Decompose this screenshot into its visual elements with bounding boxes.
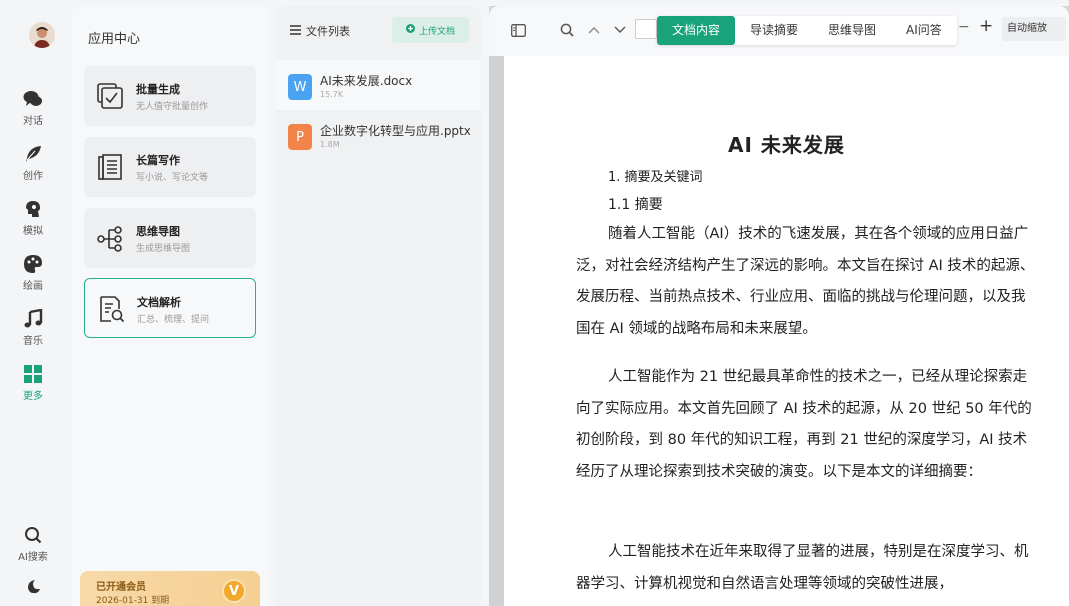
file-name: AI未来发展.docx [320,74,413,88]
rail-item-simulate[interactable]: 模拟 [0,198,66,237]
document-heading-2: 1.1 摘要 [608,197,663,213]
tab-ai-qa[interactable]: AI问答 [891,16,957,45]
file-item[interactable]: P 企业数字化转型与应用.pptx 1.8M [276,110,481,160]
avatar[interactable] [29,22,55,48]
card-subtitle: 无人值守批量创作 [136,102,209,112]
rail-label: 音乐 [23,336,43,347]
theme-toggle[interactable] [0,576,66,598]
rail-label: 绘画 [23,281,43,292]
card-title: 思维导图 [136,225,180,238]
document-stack-icon [96,153,124,181]
search-icon [22,524,44,546]
file-size: 15.7K [320,90,344,99]
app-card-mindmap[interactable]: 思维导图 生成思维导图 [84,208,256,268]
card-title: 文档解析 [137,296,181,309]
document-page: AI 未来发展 1. 摘要及关键词 1.1 摘要 随着人工智能（AI）技术的飞速… [504,56,1069,606]
rail-label: 创作 [23,171,43,182]
page-number-input[interactable] [635,19,657,39]
zoom-in-button[interactable]: + [979,16,993,36]
app-card-doc-parse[interactable]: 文档解析 汇总、梳理、提问 [84,278,256,338]
vip-title: 已开通会员 [96,582,146,593]
app-root: 对话 创作 模拟 绘画 音乐 更多 AI搜索 应用中心 批量生成 无人值守批量创… [0,0,1069,606]
word-file-icon: W [288,74,312,100]
rail-item-create[interactable]: 创作 [0,143,66,182]
viewer-toolbar: 文档内容 导读摘要 思维导图 AI问答 − + 自动缩放 [489,6,1069,56]
rail-label: 更多 [23,391,43,402]
upload-label: 上传文档 [418,26,455,37]
app-card-batch[interactable]: 批量生成 无人值守批量创作 [84,66,256,126]
panel-title: 应用中心 [88,32,141,47]
app-center-panel: 应用中心 批量生成 无人值守批量创作 长篇写作 写小说、写论文等 思维导图 生成… [72,6,268,606]
card-title: 长篇写作 [136,154,180,167]
rail-item-music[interactable]: 音乐 [0,308,66,347]
chat-icon [22,88,44,110]
document-title: AI 未来发展 [728,133,845,157]
icon-rail: 对话 创作 模拟 绘画 音乐 更多 AI搜索 [0,0,66,606]
rail-item-ai-search[interactable]: AI搜索 [0,524,66,563]
document-search-icon [97,295,125,323]
chevron-up-icon[interactable] [585,21,603,39]
search-icon[interactable] [558,21,576,39]
palette-icon [22,253,44,275]
card-subtitle: 生成思维导图 [136,244,191,254]
moon-icon [22,576,44,598]
card-subtitle: 汇总、梳理、提问 [137,315,210,325]
rail-label: 模拟 [23,226,43,237]
vip-banner[interactable]: 已开通会员 2026-01-31 到期 V [80,571,260,606]
head-icon [22,198,44,220]
rail-item-more[interactable]: 更多 [0,363,66,402]
document-paragraph: 随着人工智能（AI）技术的飞速发展，其在各个领域的应用日益广泛，对社会经济结构产… [576,226,1035,337]
music-icon [22,308,44,330]
app-card-longform[interactable]: 长篇写作 写小说、写论文等 [84,137,256,197]
chevron-down-icon[interactable] [611,21,629,39]
vip-badge-icon: V [222,579,246,603]
document-paragraph: 人工智能技术在近年来取得了显著的进展，特别是在深度学习、机器学习、计算机视觉和自… [576,544,1029,592]
grid-icon [22,363,44,385]
card-title: 批量生成 [136,83,180,96]
rail-label: 对话 [23,116,43,127]
feather-icon [22,143,44,165]
file-name: 企业数字化转型与应用.pptx [320,124,470,138]
file-size: 1.8M [320,140,340,149]
document-heading-1: 1. 摘要及关键词 [608,170,703,185]
ppt-file-icon: P [288,124,312,150]
file-list-title: 文件列表 [306,25,350,38]
sidebar-toggle-icon[interactable] [509,21,527,39]
rail-label: AI搜索 [18,552,48,563]
viewer-tabs: 文档内容 导读摘要 思维导图 AI问答 [657,16,957,45]
file-item[interactable]: W AI未来发展.docx 15.7K [276,60,481,110]
plus-circle-icon [405,24,415,36]
upload-button[interactable]: 上传文档 [392,17,469,43]
card-subtitle: 写小说、写论文等 [136,173,209,183]
rail-item-paint[interactable]: 绘画 [0,253,66,292]
zoom-select[interactable]: 自动缩放 [1002,17,1066,41]
zoom-out-button[interactable]: − [958,19,970,35]
tab-doc-content[interactable]: 文档内容 [657,16,736,45]
file-list-header: 文件列表 [290,23,350,39]
tab-mindmap[interactable]: 思维导图 [813,16,891,45]
list-icon [290,24,301,38]
vip-expiry: 2026-01-31 到期 [96,596,170,606]
mindmap-icon [96,224,124,252]
document-viewer: 文档内容 导读摘要 思维导图 AI问答 − + 自动缩放 AI 未来发展 1. … [489,6,1069,606]
batch-icon [96,82,124,110]
document-paragraph: 人工智能作为 21 世纪最具革命性的技术之一，已经从理论探索走向了实际应用。本文… [576,369,1032,480]
tab-summary[interactable]: 导读摘要 [735,16,813,45]
rail-item-chat[interactable]: 对话 [0,88,66,127]
file-list-panel: 文件列表 上传文档 W AI未来发展.docx 15.7K P 企业数字化转型与… [276,6,481,606]
viewer-gutter [489,56,504,606]
